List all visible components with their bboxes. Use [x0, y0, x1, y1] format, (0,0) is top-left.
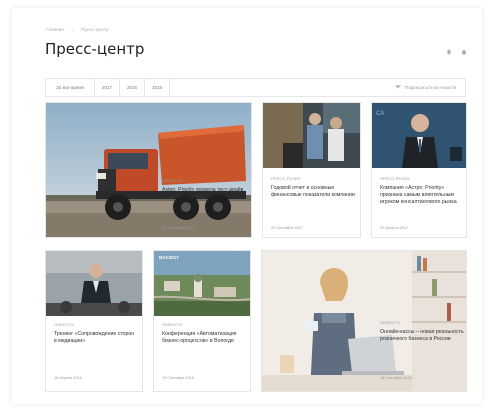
card-body: Пресс-релиз Компания «Астро: Priority» п…	[380, 177, 464, 206]
image-caption: BAC2017	[159, 255, 179, 260]
card-date: 18 Сентября 2015	[380, 376, 412, 380]
card-image-conference	[154, 251, 250, 316]
filter-year-2016[interactable]: 2016	[120, 79, 145, 96]
bell-icon[interactable]	[446, 49, 452, 55]
card-image-award: CA	[372, 103, 466, 168]
news-card-conference[interactable]: BAC2017 Новости Конференция «Автоматизац…	[153, 250, 251, 392]
card-tag: Новости	[54, 323, 75, 327]
card-date: 19 Сентября 2015	[162, 376, 194, 380]
card-headline[interactable]: Тренинг «Сопровождение сторон в медиации…	[54, 331, 138, 345]
card-body: Новости Тренинг «Сопровождение сторон в …	[54, 323, 138, 345]
top-icons	[446, 49, 467, 55]
news-card-online-cash[interactable]: Новости Онлайн-кассы – новая реальность …	[261, 250, 467, 392]
card-headline[interactable]: Онлайн-кассы – новая реальность рознично…	[380, 329, 464, 343]
card-body: Новости Astpo: Priority провела тест-дра…	[162, 179, 248, 201]
breadcrumb-separator: →	[70, 27, 75, 32]
card-body: Пресс-релиз Годовой отчет и основные фин…	[271, 177, 355, 199]
card-headline[interactable]: Компания «Астро: Priority» признана самы…	[380, 185, 464, 206]
card-date: 22 Сентября 2017	[271, 226, 303, 230]
card-tag: Новости	[162, 179, 183, 183]
news-card-report[interactable]: Пресс-релиз Годовой отчет и основные фин…	[262, 102, 361, 238]
subscribe-label: Подписаться на новости	[404, 85, 456, 90]
card-body: Новости Онлайн-кассы – новая реальность …	[380, 321, 464, 343]
card-image-report	[263, 103, 360, 168]
breadcrumb-current: Пресс-центр	[81, 27, 109, 32]
subscribe-link[interactable]: Подписаться на новости	[394, 84, 456, 91]
filter-year-2017[interactable]: 2017	[95, 79, 120, 96]
card-date: 20 Августа 2017	[380, 226, 409, 230]
rss-icon	[394, 84, 401, 91]
breadcrumb: Главная → Пресс-центр	[46, 27, 114, 32]
card-image-truck	[46, 103, 251, 237]
card-date: 15 Сентября 2017	[162, 226, 194, 230]
page-title: Пресс-центр	[45, 40, 145, 58]
news-card-training[interactable]: Новости Тренинг «Сопровождение сторон в …	[45, 250, 143, 392]
card-tag: Новости	[380, 321, 401, 325]
card-body: Новости Конференция «Автоматизация бизне…	[162, 323, 246, 345]
card-headline[interactable]: Astpo: Priority провела тест-драйв Урало…	[162, 187, 248, 201]
press-center-page: Главная → Пресс-центр Пресс-центр За все…	[12, 8, 482, 404]
news-card-award[interactable]: CA Пресс-релиз Компания «Астро: Priority…	[371, 102, 467, 238]
filter-all-time[interactable]: За все время	[46, 79, 95, 96]
svg-text:CA: CA	[376, 111, 384, 117]
card-date: 18 Апреля 2016	[54, 376, 82, 380]
news-card-truck[interactable]: Новости Astpo: Priority провела тест-дра…	[45, 102, 252, 238]
breadcrumb-home[interactable]: Главная	[46, 27, 64, 32]
filter-year-2015[interactable]: 2015	[145, 79, 170, 96]
home-icon[interactable]	[461, 49, 467, 55]
card-headline[interactable]: Конференция «Автоматизация бизнес-процес…	[162, 331, 246, 345]
card-headline[interactable]: Годовой отчет и основные финансовые пока…	[271, 185, 355, 199]
filter-bar: За все время 2017 2016 2015 Подписаться …	[45, 78, 466, 97]
card-tag: Новости	[162, 323, 183, 327]
card-image-training	[46, 251, 142, 316]
card-tag: Пресс-релиз	[380, 177, 410, 181]
card-tag: Пресс-релиз	[271, 177, 301, 181]
